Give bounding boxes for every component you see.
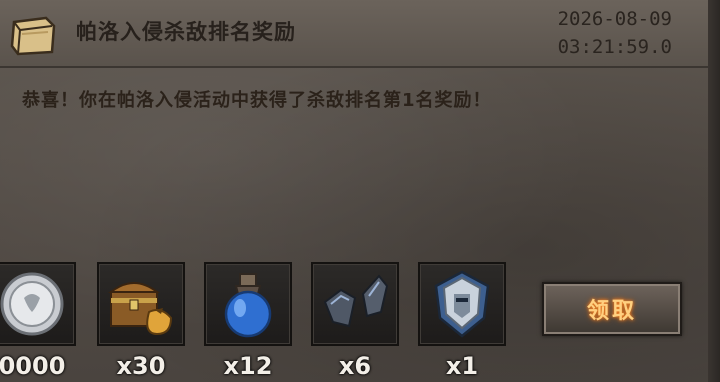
mail-scroll-icon bbox=[10, 16, 56, 56]
mail-date: 2026-08-09 bbox=[557, 8, 672, 30]
shield-helm-icon bbox=[434, 270, 490, 338]
mail-message: 恭喜！你在帕洛入侵活动中获得了杀敌排名第1名奖励！ bbox=[22, 90, 492, 111]
reward-item[interactable]: x30 bbox=[97, 262, 185, 380]
reward-quantity: x12 bbox=[223, 352, 273, 380]
mail-time: 03:21:59.0 bbox=[557, 36, 672, 58]
reward-quantity: x6 bbox=[338, 352, 372, 380]
reward-quantity: 0000 bbox=[0, 352, 66, 380]
reward-item[interactable]: x6 bbox=[311, 262, 399, 380]
reward-quantity: x1 bbox=[445, 352, 479, 380]
claim-button[interactable]: 领取 bbox=[542, 282, 682, 336]
reward-quantity: x30 bbox=[116, 352, 166, 380]
mail-panel: 帕洛入侵杀敌排名奖励 2026-08-09 03:21:59.0 恭喜！你在帕洛… bbox=[0, 0, 710, 382]
reward-item[interactable]: 0000 bbox=[0, 262, 76, 380]
blue-potion-icon bbox=[224, 273, 272, 338]
mail-title: 帕洛入侵杀敌排名奖励 bbox=[76, 20, 296, 44]
silver-coin-icon bbox=[0, 272, 64, 336]
panel-edge bbox=[708, 0, 720, 382]
treasure-chest-icon bbox=[108, 282, 173, 336]
reward-item[interactable]: x12 bbox=[204, 262, 292, 380]
mail-header: 帕洛入侵杀敌排名奖励 2026-08-09 03:21:59.0 bbox=[0, 0, 708, 68]
armor-shard-icon bbox=[323, 274, 389, 328]
reward-item[interactable]: x1 bbox=[418, 262, 506, 380]
